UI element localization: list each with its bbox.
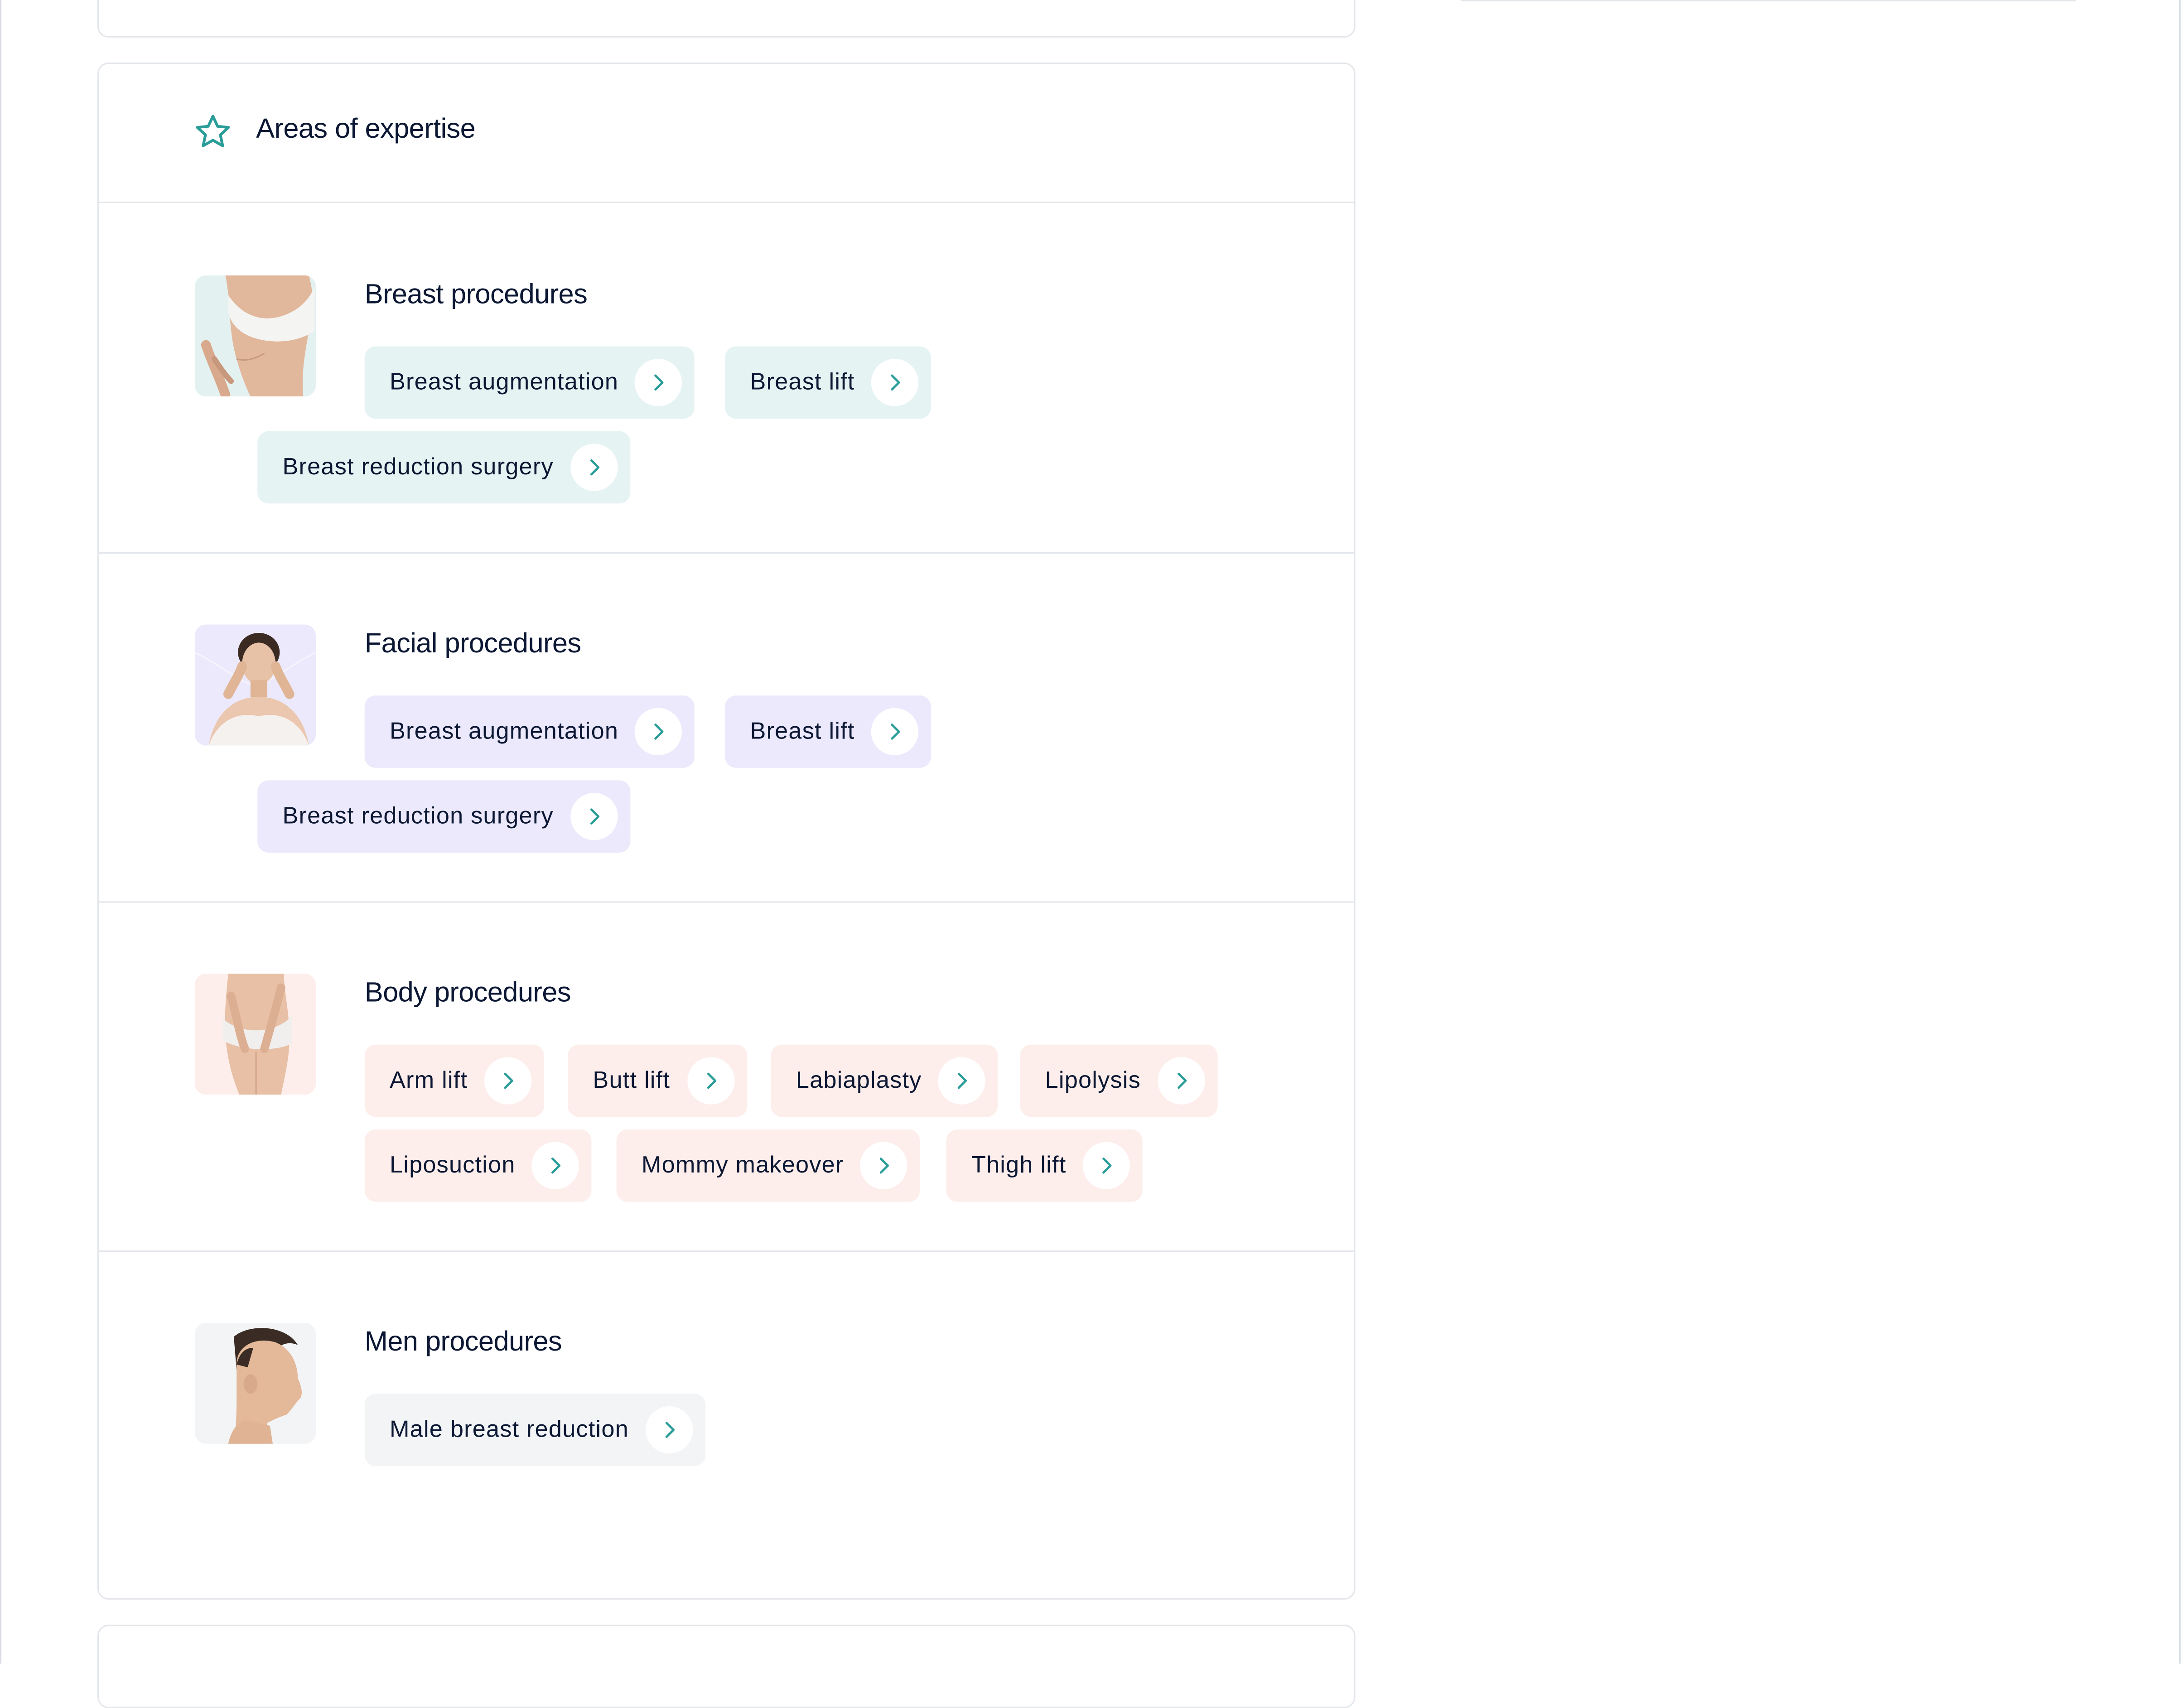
procedure-chip-thigh-lift[interactable]: Thigh lift: [946, 1129, 1143, 1202]
chip-label: Mommy makeover: [641, 1152, 844, 1178]
viewport-left-border: [0, 0, 2, 1664]
chip-label: Arm lift: [389, 1066, 468, 1094]
section-title: Facial procedures: [364, 628, 581, 660]
section-breast-procedures: Breast procedures Breast augmentation Br…: [99, 203, 1354, 554]
procedure-chip-arm-lift[interactable]: Arm lift: [364, 1044, 545, 1117]
chip-label: Liposuction: [389, 1152, 516, 1178]
procedure-chip-liposuction[interactable]: Liposuction: [364, 1129, 592, 1202]
chevron-right-icon: [635, 359, 683, 406]
procedure-chip-labiaplasty[interactable]: Labiaplasty: [771, 1044, 999, 1117]
chip-label: Male breast reduction: [389, 1416, 629, 1443]
page: Areas of expertise Breast procedures Bre…: [0, 0, 2182, 1708]
chevron-right-icon: [1157, 1057, 1205, 1105]
section-body-procedures: Body procedures Arm lift Butt lift Labia…: [99, 901, 1354, 1252]
section-men-procedures: Men procedures Male breast reduction: [99, 1250, 1354, 1601]
section-facial-procedures: Facial procedures Breast augmentation Br…: [99, 552, 1354, 903]
body-procedures-image: [194, 974, 316, 1095]
procedure-chip-male-breast-reduction[interactable]: Male breast reduction: [364, 1394, 705, 1466]
procedure-chip-breast-reduction-surgery[interactable]: Breast reduction surgery: [257, 431, 630, 504]
card-header: Areas of expertise: [99, 64, 1354, 203]
procedure-chip-breast-lift[interactable]: Breast lift: [725, 346, 932, 419]
areas-of-expertise-card: Areas of expertise Breast procedures Bre…: [97, 63, 1356, 1600]
breast-procedures-image: [194, 275, 316, 397]
chip-label: Breast augmentation: [389, 718, 619, 744]
chip-label: Lipolysis: [1045, 1066, 1141, 1094]
sidebar-card-bottom-edge: [1461, 0, 2076, 2]
chevron-right-icon: [686, 1057, 734, 1105]
chevron-right-icon: [871, 708, 919, 756]
previous-card: [97, 0, 1356, 38]
chevron-right-icon: [1083, 1142, 1130, 1190]
section-title: Men procedures: [364, 1327, 562, 1358]
chip-label: Butt lift: [593, 1066, 671, 1094]
chip-label: Labiaplasty: [796, 1066, 922, 1094]
procedure-chip-butt-lift[interactable]: Butt lift: [568, 1044, 747, 1117]
next-card: [97, 1624, 1356, 1708]
chevron-right-icon: [860, 1142, 908, 1190]
card-title: Areas of expertise: [256, 114, 476, 145]
chevron-right-icon: [645, 1406, 693, 1454]
chevron-right-icon: [570, 793, 618, 840]
procedure-chip-breast-augmentation[interactable]: Breast augmentation: [364, 346, 695, 419]
procedure-chip-breast-lift[interactable]: Breast lift: [725, 695, 932, 768]
procedure-chip-breast-reduction-surgery[interactable]: Breast reduction surgery: [257, 780, 630, 853]
chevron-right-icon: [938, 1057, 986, 1105]
chip-label: Breast reduction surgery: [282, 802, 554, 829]
facial-procedures-image: [194, 624, 316, 746]
procedure-chip-breast-augmentation[interactable]: Breast augmentation: [364, 695, 695, 768]
procedure-chip-mommy-makeover[interactable]: Mommy makeover: [616, 1129, 921, 1202]
chip-label: Breast reduction surgery: [282, 453, 554, 480]
chip-label: Breast lift: [750, 368, 855, 395]
chevron-right-icon: [532, 1142, 579, 1190]
section-title: Body procedures: [364, 978, 571, 1008]
men-procedures-image: [194, 1322, 316, 1444]
chip-label: Breast lift: [750, 718, 855, 744]
chevron-right-icon: [484, 1057, 532, 1105]
star-icon: [196, 115, 230, 147]
chevron-right-icon: [871, 359, 919, 406]
viewport-scrollbar-edge: [2179, 0, 2181, 1664]
chip-label: Thigh lift: [971, 1152, 1067, 1178]
chip-label: Breast augmentation: [389, 368, 619, 395]
chevron-right-icon: [570, 444, 618, 491]
section-title: Breast procedures: [364, 280, 588, 310]
chevron-right-icon: [635, 708, 683, 756]
procedure-chip-lipolysis[interactable]: Lipolysis: [1020, 1044, 1217, 1117]
